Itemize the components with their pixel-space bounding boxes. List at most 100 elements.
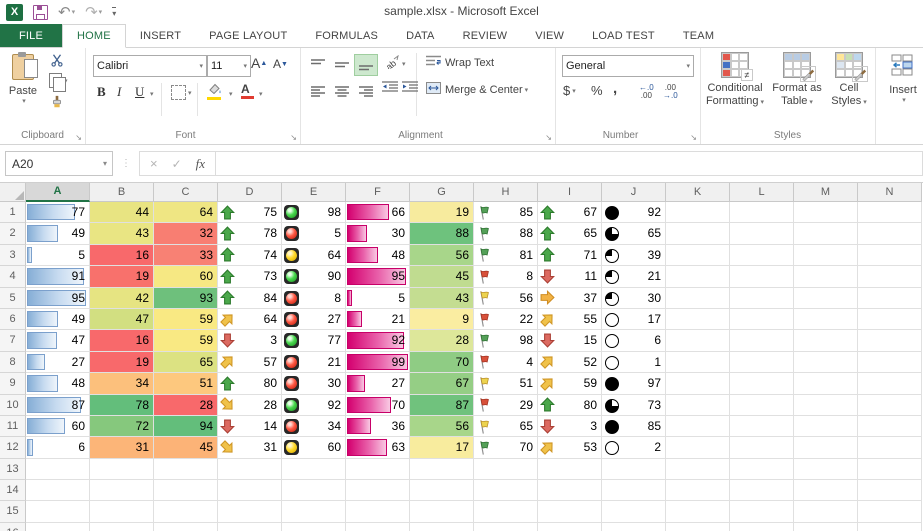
cell-I6[interactable]: 55 [538, 309, 602, 330]
cell-M12[interactable] [794, 437, 858, 458]
row-header-1[interactable]: 1 [0, 202, 26, 223]
cell-C13[interactable] [154, 459, 218, 480]
cell-B16[interactable] [90, 523, 154, 531]
row-header-13[interactable]: 13 [0, 459, 26, 480]
cell-B14[interactable] [90, 480, 154, 501]
cell-G13[interactable] [410, 459, 474, 480]
cell-M16[interactable] [794, 523, 858, 531]
cell-J2[interactable]: 65 [602, 223, 666, 244]
cell-G3[interactable]: 56 [410, 245, 474, 266]
cell-J8[interactable]: 1 [602, 352, 666, 373]
cell-D14[interactable] [218, 480, 282, 501]
cell-E10[interactable]: 92 [282, 395, 346, 416]
paste-button[interactable]: Paste ▾ [6, 54, 40, 105]
cell-K15[interactable] [666, 501, 730, 522]
column-header-G[interactable]: G [410, 183, 474, 202]
insert-dropdown-icon[interactable]: ▾ [902, 97, 906, 105]
tab-load-test[interactable]: LOAD TEST [578, 24, 669, 47]
cell-A9[interactable]: 48 [26, 373, 90, 394]
row-header-15[interactable]: 15 [0, 501, 26, 522]
cell-K8[interactable] [666, 352, 730, 373]
cell-C2[interactable]: 32 [154, 223, 218, 244]
cell-I11[interactable]: 3 [538, 416, 602, 437]
decrease-indent-button[interactable] [382, 81, 398, 96]
cell-K14[interactable] [666, 480, 730, 501]
cell-D3[interactable]: 74 [218, 245, 282, 266]
cell-I14[interactable] [538, 480, 602, 501]
cell-M9[interactable] [794, 373, 858, 394]
column-header-L[interactable]: L [730, 183, 794, 202]
cell-E9[interactable]: 30 [282, 373, 346, 394]
font-name-select[interactable]: Calibri▾ [93, 55, 207, 77]
merge-center-button[interactable]: Merge & Center ▾ [426, 82, 528, 97]
cell-I4[interactable]: 11 [538, 266, 602, 287]
decrease-decimal-button[interactable]: .00 →.0 [663, 84, 678, 100]
enter-icon[interactable]: ✓ [172, 157, 182, 171]
cell-L14[interactable] [730, 480, 794, 501]
cell-C15[interactable] [154, 501, 218, 522]
cell-K7[interactable] [666, 330, 730, 351]
cell-K13[interactable] [666, 459, 730, 480]
cell-A16[interactable] [26, 523, 90, 531]
cell-I1[interactable]: 67 [538, 202, 602, 223]
cell-K5[interactable] [666, 288, 730, 309]
fill-color-button[interactable] [207, 83, 223, 100]
cell-E6[interactable]: 27 [282, 309, 346, 330]
underline-button[interactable]: U [135, 84, 144, 100]
row-header-8[interactable]: 8 [0, 352, 26, 373]
cell-D2[interactable]: 78 [218, 223, 282, 244]
cell-C16[interactable] [154, 523, 218, 531]
cell-C3[interactable]: 33 [154, 245, 218, 266]
cell-H6[interactable]: 22 [474, 309, 538, 330]
cell-D5[interactable]: 84 [218, 288, 282, 309]
cell-I8[interactable]: 52 [538, 352, 602, 373]
cell-L2[interactable] [730, 223, 794, 244]
fill-color-dropdown-icon[interactable]: ▾ [229, 90, 233, 98]
cell-L9[interactable] [730, 373, 794, 394]
cell-C9[interactable]: 51 [154, 373, 218, 394]
cell-K1[interactable] [666, 202, 730, 223]
tab-file[interactable]: FILE [0, 24, 62, 47]
cell-I12[interactable]: 53 [538, 437, 602, 458]
cell-L16[interactable] [730, 523, 794, 531]
cell-B12[interactable]: 31 [90, 437, 154, 458]
cell-K11[interactable] [666, 416, 730, 437]
cell-N14[interactable] [858, 480, 922, 501]
cell-K9[interactable] [666, 373, 730, 394]
cell-M2[interactable] [794, 223, 858, 244]
cell-F14[interactable] [346, 480, 410, 501]
borders-dropdown-icon[interactable]: ▾ [188, 89, 192, 97]
column-header-I[interactable]: I [538, 183, 602, 202]
cell-B1[interactable]: 44 [90, 202, 154, 223]
cell-H13[interactable] [474, 459, 538, 480]
cell-G8[interactable]: 70 [410, 352, 474, 373]
cell-B4[interactable]: 19 [90, 266, 154, 287]
cell-B6[interactable]: 47 [90, 309, 154, 330]
cell-M15[interactable] [794, 501, 858, 522]
cell-N3[interactable] [858, 245, 922, 266]
cell-F2[interactable]: 30 [346, 223, 410, 244]
cell-H15[interactable] [474, 501, 538, 522]
cell-J3[interactable]: 39 [602, 245, 666, 266]
row-header-2[interactable]: 2 [0, 223, 26, 244]
cell-J5[interactable]: 30 [602, 288, 666, 309]
cell-E5[interactable]: 8 [282, 288, 346, 309]
cell-C10[interactable]: 28 [154, 395, 218, 416]
cell-G16[interactable] [410, 523, 474, 531]
tab-review[interactable]: REVIEW [449, 24, 522, 47]
cell-I2[interactable]: 65 [538, 223, 602, 244]
cell-K10[interactable] [666, 395, 730, 416]
number-format-select[interactable]: General▾ [562, 55, 694, 77]
cell-K12[interactable] [666, 437, 730, 458]
cell-H12[interactable]: 70 [474, 437, 538, 458]
cell-J7[interactable]: 6 [602, 330, 666, 351]
insert-function-icon[interactable]: fx [196, 156, 205, 172]
percent-style-button[interactable]: % [591, 83, 603, 98]
cell-I13[interactable] [538, 459, 602, 480]
orientation-dropdown-icon[interactable]: ▾ [402, 60, 406, 68]
cell-F3[interactable]: 48 [346, 245, 410, 266]
cell-F15[interactable] [346, 501, 410, 522]
cell-F1[interactable]: 66 [346, 202, 410, 223]
cell-E1[interactable]: 98 [282, 202, 346, 223]
top-align-button[interactable] [306, 54, 330, 76]
